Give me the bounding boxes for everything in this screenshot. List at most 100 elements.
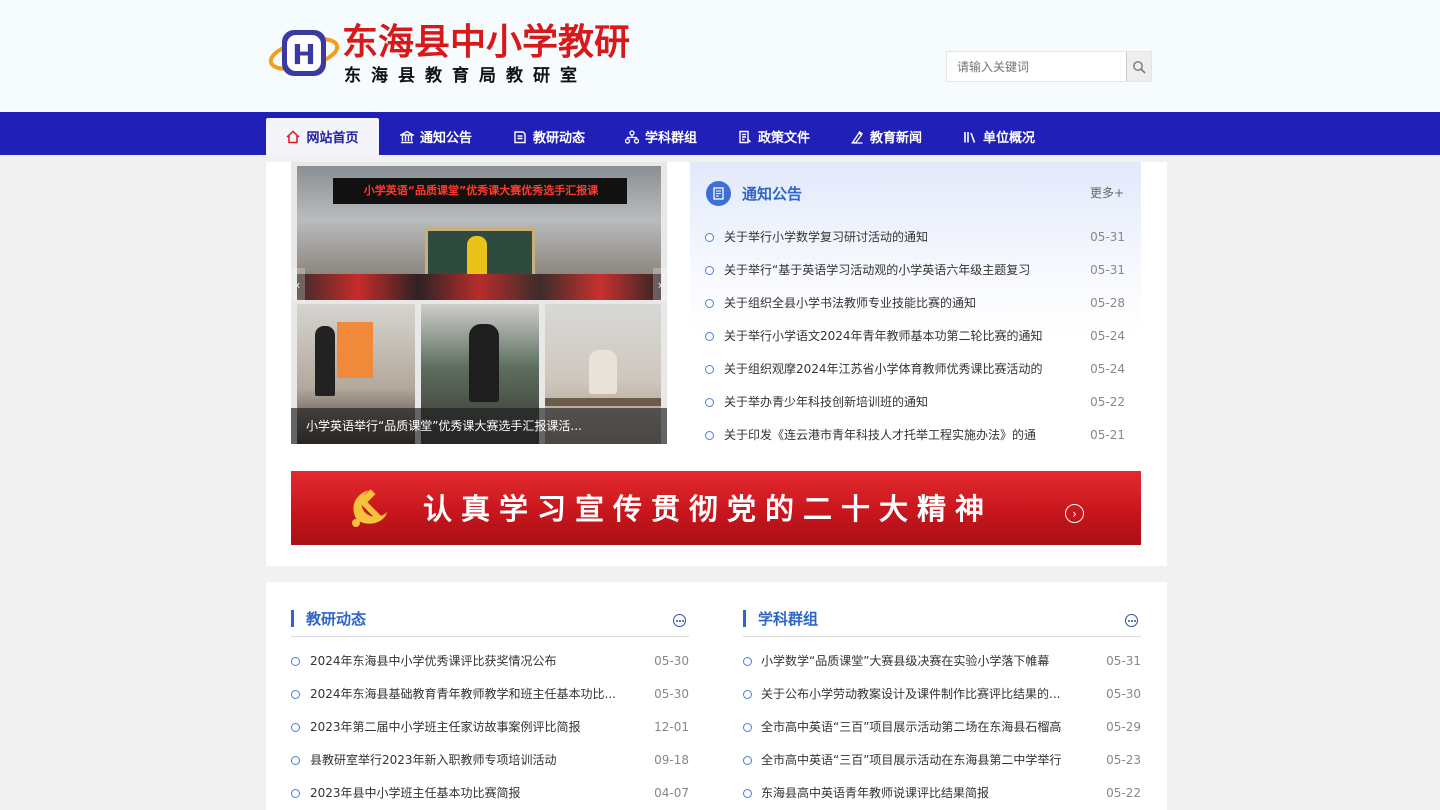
bullet-icon bbox=[291, 657, 300, 666]
list-item-date: 05-23 bbox=[1106, 753, 1141, 767]
list-item[interactable]: 关于组织观摩2024年江苏省小学体育教师优秀课比赛活动的 05-24 bbox=[705, 359, 1125, 379]
list-item[interactable]: 关于举行“基于英语学习活动观的小学英语六年级主题复习 05-31 bbox=[705, 260, 1125, 280]
list-item-date: 05-30 bbox=[654, 687, 689, 701]
nav-item-label: 教育新闻 bbox=[870, 131, 923, 146]
bullet-icon bbox=[705, 365, 714, 374]
slide-photo-top[interactable]: 小学英语“品质课堂”优秀课大赛优秀选手汇报课 bbox=[297, 166, 661, 300]
list-item[interactable]: 关于印发《连云港市青年科技人才托举工程实施办法》的通 05-21 bbox=[705, 425, 1125, 445]
site-title[interactable]: 东海县中小学教研 bbox=[342, 20, 630, 64]
groups-section-title[interactable]: 学科群组 bbox=[758, 609, 818, 629]
list-item[interactable]: 关于举行小学数学复习研讨活动的通知 05-31 bbox=[705, 227, 1125, 247]
chevron-right-icon: › bbox=[657, 277, 663, 292]
list-item-date: 09-18 bbox=[654, 753, 689, 767]
list-item-title[interactable]: 小学数学“品质课堂”大赛县级决赛在实验小学落下帷幕 bbox=[761, 651, 1071, 671]
list-item[interactable]: 关于举行小学语文2024年青年教师基本功第二轮比赛的通知 05-24 bbox=[705, 326, 1125, 346]
list-item-title[interactable]: 关于举行小学数学复习研讨活动的通知 bbox=[724, 227, 1054, 247]
research-section-title[interactable]: 教研动态 bbox=[306, 609, 366, 629]
list-item[interactable]: 县教研室举行2023年新入职教师专项培训活动 09-18 bbox=[291, 750, 689, 770]
groups-divider bbox=[743, 636, 1141, 637]
nav-item-label: 学科群组 bbox=[645, 131, 698, 146]
bullet-icon bbox=[705, 299, 714, 308]
photo-slider[interactable]: 小学英语“品质课堂”优秀课大赛优秀选手汇报课 bbox=[291, 162, 667, 444]
list-item-title[interactable]: 全市高中英语“三百”项目展示活动第二场在东海县石榴高 bbox=[761, 717, 1071, 737]
nav-item-label: 单位概况 bbox=[983, 131, 1036, 146]
list-item[interactable]: 2023年县中小学班主任基本功比赛简报 04-07 bbox=[291, 783, 689, 803]
search-button[interactable] bbox=[1126, 52, 1151, 81]
nav-item-label: 网站首页 bbox=[306, 131, 359, 146]
nav-item-notice[interactable]: 通知公告 bbox=[390, 118, 482, 155]
banner-text: 认真学习宣传贯彻党的二十大精神 bbox=[423, 492, 994, 526]
nav-item-groups[interactable]: 学科群组 bbox=[615, 118, 707, 155]
list-item-date: 12-01 bbox=[654, 720, 689, 734]
list-item[interactable]: 关于公布小学劳动教案设计及课件制作比赛评比结果的... 05-30 bbox=[743, 684, 1141, 704]
bullet-icon bbox=[705, 431, 714, 440]
home-icon bbox=[286, 129, 300, 143]
nav-item-home[interactable]: 网站首页 bbox=[266, 118, 379, 155]
groups-more-icon[interactable] bbox=[1125, 614, 1138, 627]
list-item-title[interactable]: 2023年第二届中小学班主任家访故事案例评比简报 bbox=[310, 717, 620, 737]
nav-item-label: 通知公告 bbox=[420, 131, 473, 146]
bullet-icon bbox=[743, 723, 752, 732]
banner-arrow-icon[interactable]: › bbox=[1065, 504, 1084, 523]
bullet-icon bbox=[743, 690, 752, 699]
list-item[interactable]: 2024年东海县基础教育青年教师教学和班主任基本功比... 05-30 bbox=[291, 684, 689, 704]
notice-title[interactable]: 通知公告 bbox=[742, 184, 802, 204]
list-item-date: 05-22 bbox=[1106, 786, 1141, 800]
list-item[interactable]: 2024年东海县中小学优秀课评比获奖情况公布 05-30 bbox=[291, 651, 689, 671]
bullet-icon bbox=[291, 690, 300, 699]
chevron-left-icon: ‹ bbox=[295, 277, 301, 292]
list-item-title[interactable]: 东海县高中英语青年教师说课评比结果简报 bbox=[761, 783, 1071, 803]
nav-item-about[interactable]: 单位概况 bbox=[953, 118, 1045, 155]
bullet-icon bbox=[291, 756, 300, 765]
bullet-icon bbox=[743, 789, 752, 798]
list-item[interactable]: 关于举办青少年科技创新培训班的通知 05-22 bbox=[705, 392, 1125, 412]
bullet-icon bbox=[705, 398, 714, 407]
nav-item-news[interactable]: 教育新闻 bbox=[840, 118, 932, 155]
research-divider bbox=[291, 636, 689, 637]
site-subtitle: 东海县教育局教研室 bbox=[344, 66, 587, 86]
nav-item-label: 政策文件 bbox=[758, 131, 811, 146]
list-item-title[interactable]: 2023年县中小学班主任基本功比赛简报 bbox=[310, 783, 620, 803]
nav-item-research[interactable]: 教研动态 bbox=[503, 118, 595, 155]
list-item-title[interactable]: 关于印发《连云港市青年科技人才托举工程实施办法》的通 bbox=[724, 425, 1054, 445]
notice-more-link[interactable]: 更多+ bbox=[1090, 185, 1124, 201]
list-item[interactable]: 东海县高中英语青年教师说课评比结果简报 05-22 bbox=[743, 783, 1141, 803]
slider-caption[interactable]: 小学英语举行“品质课堂”优秀课大赛选手汇报课活... bbox=[291, 408, 667, 444]
list-item[interactable]: 关于组织全县小学书法教师专业技能比赛的通知 05-28 bbox=[705, 293, 1125, 313]
slide-led-banner: 小学英语“品质课堂”优秀课大赛优秀选手汇报课 bbox=[363, 184, 599, 197]
list-item-title[interactable]: 关于公布小学劳动教案设计及课件制作比赛评比结果的... bbox=[761, 684, 1071, 704]
list-item-title[interactable]: 关于举办青少年科技创新培训班的通知 bbox=[724, 392, 1054, 412]
list-item-title[interactable]: 2024年东海县中小学优秀课评比获奖情况公布 bbox=[310, 651, 620, 671]
list-item-title[interactable]: 关于举行“基于英语学习活动观的小学英语六年级主题复习 bbox=[724, 260, 1054, 280]
research-more-icon[interactable] bbox=[673, 614, 686, 627]
slider-prev-button[interactable]: ‹ bbox=[291, 268, 305, 301]
news-icon bbox=[851, 130, 863, 144]
list-item-title[interactable]: 关于举行小学语文2024年青年教师基本功第二轮比赛的通知 bbox=[724, 326, 1054, 346]
list-item-date: 05-29 bbox=[1106, 720, 1141, 734]
bullet-icon bbox=[705, 266, 714, 275]
search-icon bbox=[1133, 60, 1146, 74]
nav-item-policy[interactable]: 政策文件 bbox=[728, 118, 820, 155]
list-item[interactable]: 全市高中英语“三百”项目展示活动第二场在东海县石榴高 05-29 bbox=[743, 717, 1141, 737]
list-item-date: 05-30 bbox=[654, 654, 689, 668]
logo-icon[interactable]: H bbox=[268, 26, 340, 80]
list-item-date: 05-21 bbox=[1090, 428, 1125, 442]
bullet-icon bbox=[743, 756, 752, 765]
search-box bbox=[946, 51, 1152, 82]
list-item-title[interactable]: 关于组织全县小学书法教师专业技能比赛的通知 bbox=[724, 293, 1054, 313]
list-item-title[interactable]: 关于组织观摩2024年江苏省小学体育教师优秀课比赛活动的 bbox=[724, 359, 1054, 379]
site-header bbox=[0, 0, 1440, 112]
slider-next-button[interactable]: › bbox=[653, 268, 667, 301]
list-item-date: 04-07 bbox=[654, 786, 689, 800]
library-icon bbox=[964, 131, 976, 143]
list-item[interactable]: 小学数学“品质课堂”大赛县级决赛在实验小学落下帷幕 05-31 bbox=[743, 651, 1141, 671]
list-item[interactable]: 2023年第二届中小学班主任家访故事案例评比简报 12-01 bbox=[291, 717, 689, 737]
list-item-date: 05-22 bbox=[1090, 395, 1125, 409]
list-item[interactable]: 全市高中英语“三百”项目展示活动在东海县第二中学举行 05-23 bbox=[743, 750, 1141, 770]
list-item-title[interactable]: 全市高中英语“三百”项目展示活动在东海县第二中学举行 bbox=[761, 750, 1071, 770]
search-input[interactable] bbox=[947, 52, 1127, 81]
main-nav bbox=[0, 112, 1440, 155]
list-item-title[interactable]: 县教研室举行2023年新入职教师专项培训活动 bbox=[310, 750, 620, 770]
list-item-title[interactable]: 2024年东海县基础教育青年教师教学和班主任基本功比... bbox=[310, 684, 620, 704]
list-item-date: 05-31 bbox=[1106, 654, 1141, 668]
